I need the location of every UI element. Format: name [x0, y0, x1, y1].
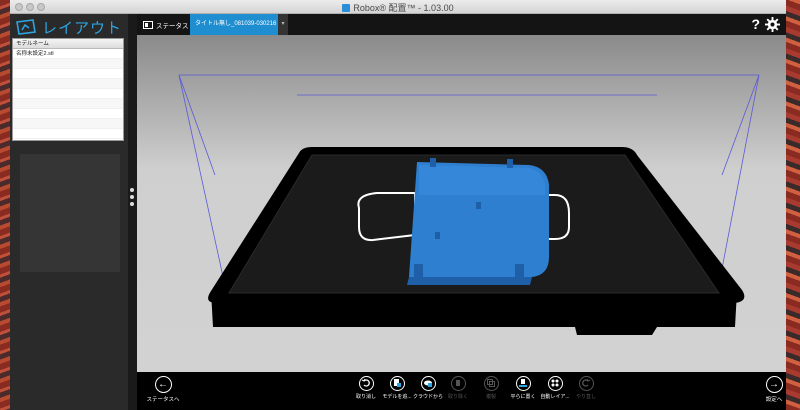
auto-layout-label: 自動レイア... — [540, 394, 570, 400]
add-model-icon — [389, 376, 405, 391]
lay-flat-icon — [515, 376, 531, 391]
redo-button[interactable]: やり直し — [571, 376, 601, 400]
sidebar: レイアウト モデルネーム 名称未設定2.stl — [10, 14, 128, 410]
model-list-empty-row — [13, 59, 123, 69]
title-bar[interactable]: Robox® 配置™ - 1.03.00 — [10, 0, 786, 14]
undo-icon — [358, 376, 374, 391]
lay-flat-label: 平らに置く — [510, 394, 536, 400]
gear-icon[interactable] — [765, 17, 780, 32]
back-button-label: ステータスへ — [146, 397, 180, 403]
undo-button[interactable]: 取り消し — [351, 376, 381, 400]
model-list-empty-row — [13, 99, 123, 109]
arrow-left-icon: ← — [154, 376, 172, 393]
layout-logo-icon — [16, 19, 36, 35]
arrow-right-icon: → — [765, 376, 783, 393]
forward-button-label: 設定へ — [765, 397, 783, 403]
model-list-empty-row — [13, 129, 123, 139]
delete-button[interactable]: 取り除く — [443, 376, 473, 400]
forward-to-settings-button[interactable]: → 設定へ — [762, 376, 786, 403]
redo-icon — [578, 376, 594, 391]
tab-dropdown-button[interactable]: ▾ — [278, 14, 288, 35]
cloud-icon — [420, 376, 436, 391]
delete-icon — [450, 376, 466, 391]
model-list-empty-row — [13, 109, 123, 119]
sidebar-info-panel — [20, 154, 120, 272]
tab-status-label: ステータス — [156, 22, 189, 30]
from-cloud-button[interactable]: クラウドから — [413, 376, 443, 400]
auto-layout-icon — [547, 376, 563, 391]
duplicate-icon — [483, 376, 499, 391]
duplicate-button[interactable]: 複製 — [476, 376, 506, 400]
duplicate-label: 複製 — [485, 394, 496, 400]
model-list-item[interactable]: 名称未設定2.stl — [13, 49, 123, 59]
logo-text: レイアウト — [42, 19, 123, 37]
undo-label: 取り消し — [355, 394, 376, 400]
app-icon — [342, 4, 351, 12]
project-tab-bar: ステータス タイトル無し_081039-030216 ▾ ? — [137, 14, 786, 35]
tab-status[interactable]: ステータス — [143, 14, 189, 35]
window-title-text: Robox® 配置™ - 1.03.00 — [353, 3, 454, 13]
bottom-toolbar: ← ステータスへ 取り消し モデルを追... クラウドから 取り除く 複製 平ら… — [137, 372, 786, 410]
sidebar-resize-handle[interactable] — [129, 188, 135, 212]
add-model-label: モデルを追... — [382, 394, 412, 400]
3d-viewport[interactable] — [137, 35, 786, 372]
redo-label: やり直し — [575, 394, 596, 400]
model-list-header[interactable]: モデルネーム — [13, 39, 123, 49]
desktop-background-left — [0, 0, 10, 410]
app-window: Robox® 配置™ - 1.03.00 レイアウト モデルネーム 名称未設定2… — [10, 0, 786, 410]
print-bed-front-edge — [211, 291, 737, 335]
from-cloud-label: クラウドから — [413, 394, 444, 400]
build-volume-scene[interactable] — [137, 35, 786, 372]
status-icon — [143, 20, 153, 29]
model-list-empty-row — [13, 69, 123, 79]
help-button[interactable]: ? — [751, 16, 760, 32]
3d-model[interactable] — [407, 158, 549, 285]
lay-flat-button[interactable]: 平らに置く — [508, 376, 538, 400]
desktop-background-right — [786, 0, 800, 410]
model-list-empty-row — [13, 89, 123, 99]
add-model-button[interactable]: モデルを追... — [382, 376, 412, 400]
model-list-panel[interactable]: モデルネーム 名称未設定2.stl — [12, 38, 124, 141]
model-list-empty-row — [13, 79, 123, 89]
tab-project[interactable]: タイトル無し_081039-030216 — [190, 14, 278, 35]
delete-label: 取り除く — [447, 394, 468, 400]
layout-logo: レイアウト — [16, 17, 122, 37]
model-list-empty-row — [13, 119, 123, 129]
window-title: Robox® 配置™ - 1.03.00 — [10, 1, 786, 14]
back-to-status-button[interactable]: ← ステータスへ — [143, 376, 183, 403]
auto-layout-button[interactable]: 自動レイア... — [540, 376, 570, 400]
